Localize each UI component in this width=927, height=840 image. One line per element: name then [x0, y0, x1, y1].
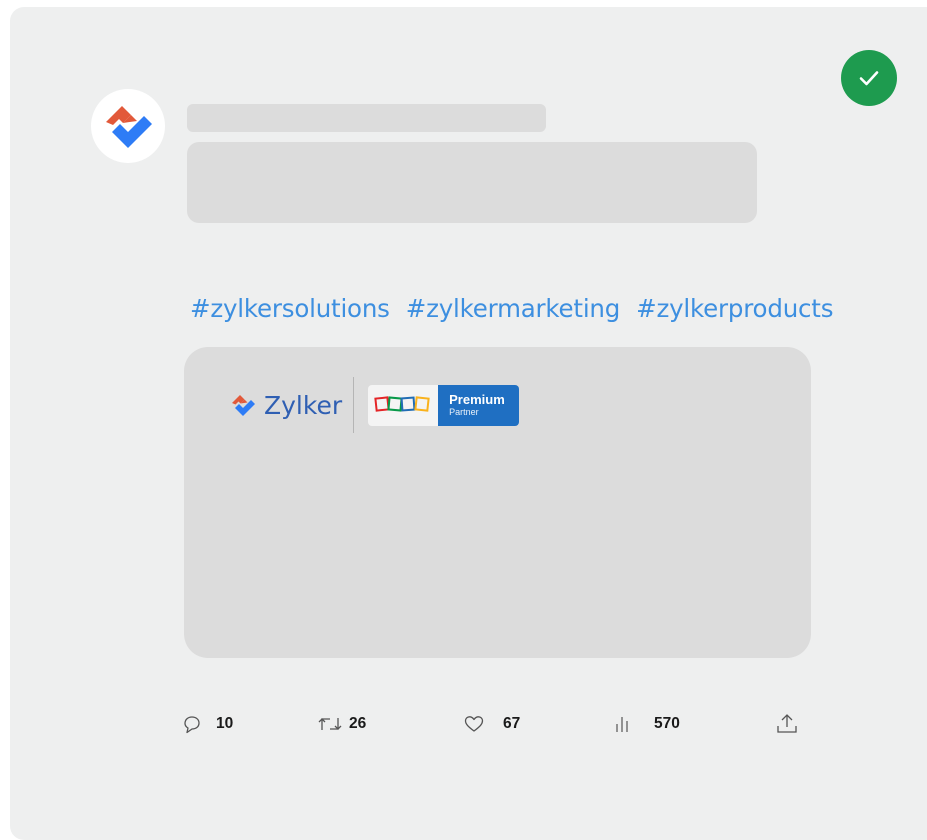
check-icon	[859, 71, 879, 86]
partner-subtitle: Partner	[449, 407, 479, 417]
hashtag-list: #zylkersolutions #zylkermarketing #zylke…	[190, 294, 833, 323]
share-button[interactable]	[774, 708, 800, 740]
like-count: 67	[503, 715, 521, 732]
views-count: 570	[654, 715, 680, 732]
post-media[interactable]: Zylker Premium Partner	[184, 347, 811, 658]
reply-button[interactable]: 10	[180, 708, 233, 740]
brand-divider	[353, 377, 355, 433]
zylker-logo-icon	[106, 106, 152, 148]
action-bar: 10 26 67 570	[0, 708, 927, 740]
partner-title: Premium	[449, 392, 505, 407]
comment-icon	[184, 716, 200, 734]
post-text-placeholder	[187, 142, 757, 223]
partner-logo	[368, 384, 439, 426]
partner-label: Premium Partner	[438, 384, 520, 426]
bar-chart-icon	[616, 717, 628, 732]
hashtag-link[interactable]: #zylkerproducts	[636, 294, 833, 323]
brand-lockup: Zylker Premium Partner	[227, 377, 520, 433]
repost-icon	[318, 718, 342, 730]
brand-name: Zylker	[264, 390, 343, 420]
views-button[interactable]: 570	[611, 708, 680, 740]
author-name-placeholder	[187, 104, 546, 132]
partner-badge: Premium Partner	[368, 384, 520, 426]
zylker-logo-icon	[232, 395, 255, 416]
heart-icon	[464, 716, 484, 732]
repost-button[interactable]: 26	[316, 708, 366, 740]
repost-count: 26	[349, 715, 367, 732]
zoho-logo-icon	[374, 396, 430, 412]
verified-badge	[841, 50, 897, 106]
hashtag-link[interactable]: #zylkersolutions	[190, 294, 390, 323]
avatar[interactable]	[91, 89, 165, 163]
reply-count: 10	[216, 715, 234, 732]
share-icon	[777, 714, 797, 733]
like-button[interactable]: 67	[462, 708, 520, 740]
hashtag-link[interactable]: #zylkermarketing	[406, 294, 621, 323]
